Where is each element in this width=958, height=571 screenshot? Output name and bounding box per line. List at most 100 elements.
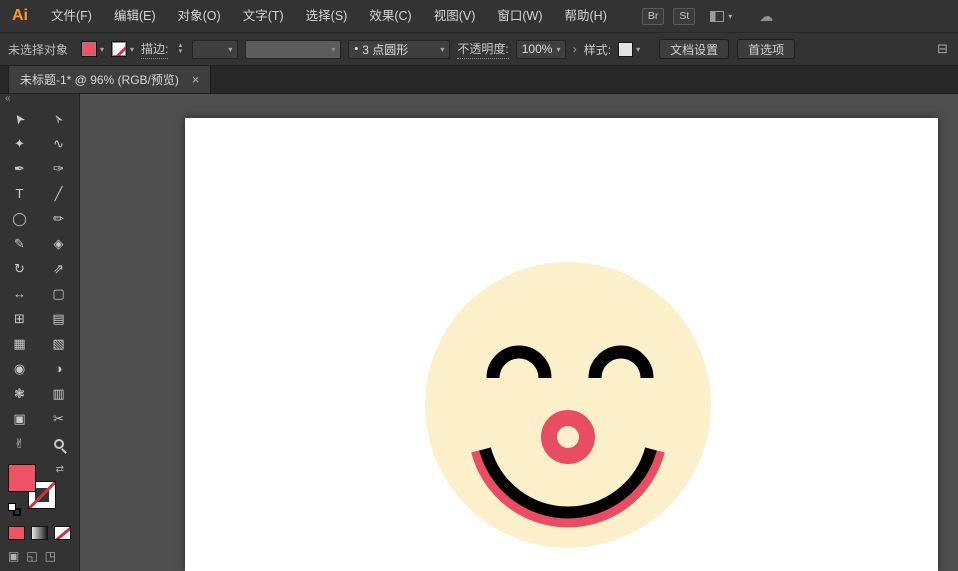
document-setup-button[interactable]: 文档设置 <box>659 39 730 59</box>
column-graph-tool[interactable]: ▥ <box>39 381 78 406</box>
menu-edit[interactable]: 编辑(E) <box>103 0 167 33</box>
magic-wand-tool[interactable]: ✦ <box>0 131 39 156</box>
bridge-button[interactable]: Br <box>641 7 665 25</box>
stroke-panel-link[interactable]: 描边: <box>141 40 169 59</box>
mesh-tool[interactable]: ▦ <box>0 331 39 356</box>
ellipse-tool[interactable]: ◯ <box>0 206 39 231</box>
face-circle[interactable] <box>425 262 711 548</box>
menu-effect[interactable]: 效果(C) <box>358 0 422 33</box>
brush-name: 3 点圆形 <box>362 42 409 57</box>
perspective-grid-tool-icon: ▤ <box>52 310 65 326</box>
document-tab[interactable]: 未标题-1* @ 96% (RGB/预览) × <box>8 65 212 93</box>
fill-indicator-swatch[interactable] <box>8 464 36 492</box>
cs-live-icon[interactable]: ☁ <box>759 8 773 25</box>
stroke-color-picker[interactable]: ▾ <box>111 41 134 57</box>
type-tool[interactable]: T <box>0 181 39 206</box>
canvas-area[interactable] <box>80 94 958 571</box>
free-transform-tool-icon: ▢ <box>52 285 65 301</box>
opacity-panel-link[interactable]: 不透明度: <box>457 40 509 59</box>
shape-builder-tool-icon: ⊞ <box>14 310 25 326</box>
direct-selection-tool[interactable]: ➢ <box>39 106 78 131</box>
lasso-tool-icon: ∿ <box>53 135 64 151</box>
width-tool[interactable]: ↔ <box>0 281 39 306</box>
column-graph-tool-icon: ▥ <box>52 385 65 401</box>
menu-file[interactable]: 文件(F) <box>40 0 103 33</box>
menu-object[interactable]: 对象(O) <box>167 0 232 33</box>
gradient-tool[interactable]: ▧ <box>39 331 78 356</box>
pencil-tool[interactable]: ✎ <box>0 231 39 256</box>
zoom-tool[interactable] <box>39 431 78 456</box>
hand-tool[interactable]: ✌ <box>0 431 39 456</box>
fill-color-picker[interactable]: ▾ <box>81 41 104 57</box>
brush-definition-combo[interactable]: • 3 点圆形 ▾ <box>348 39 451 59</box>
menu-view[interactable]: 视图(V) <box>423 0 487 33</box>
document-title: 未标题-1* @ 96% (RGB/预览) <box>20 73 179 87</box>
eraser-tool[interactable]: ◈ <box>39 231 78 256</box>
free-transform-tool[interactable]: ▢ <box>39 281 78 306</box>
eyedropper-tool[interactable]: ◉ <box>0 356 39 381</box>
blend-tool[interactable]: ◑ <box>39 356 78 381</box>
symbol-sprayer-tool[interactable]: ❃ <box>0 381 39 406</box>
draw-behind-icon[interactable]: ◱ <box>26 549 37 563</box>
fill-color-swatch <box>81 41 98 57</box>
none-button[interactable] <box>54 526 71 540</box>
paintbrush-tool-icon: ✏ <box>53 210 64 226</box>
preferences-button[interactable]: 首选项 <box>737 39 796 59</box>
swap-fill-stroke-icon[interactable]: ⇄ <box>56 464 64 475</box>
chevron-down-icon: ▾ <box>636 44 641 54</box>
line-segment-tool-icon: ╱ <box>54 185 63 201</box>
drawing-mode-buttons: ▣ ◱ ◳ <box>8 549 79 563</box>
menu-type[interactable]: 文字(T) <box>232 0 295 33</box>
selection-tool[interactable]: ➤ <box>0 106 39 131</box>
rotate-tool[interactable]: ↻ <box>0 256 39 281</box>
tools-panel-header[interactable]: « <box>0 94 79 106</box>
blend-tool-icon: ◑ <box>54 361 63 376</box>
menu-bar: Ai 文件(F) 编辑(E) 对象(O) 文字(T) 选择(S) 效果(C) 视… <box>0 0 958 33</box>
artboard[interactable] <box>185 118 938 571</box>
curvature-tool[interactable]: ✑ <box>39 156 78 181</box>
nose-inner-circle[interactable] <box>557 426 579 448</box>
opacity-combo[interactable]: 100% ▾ <box>515 39 566 59</box>
perspective-grid-tool[interactable]: ▤ <box>39 306 78 331</box>
control-bar-buttons: 文档设置 首选项 <box>659 39 796 59</box>
workspace-switcher[interactable]: ▾ <box>710 10 732 22</box>
color-button[interactable] <box>8 526 25 540</box>
menu-window[interactable]: 窗口(W) <box>486 0 553 33</box>
default-fill-stroke-icon[interactable] <box>8 503 21 516</box>
menu-select[interactable]: 选择(S) <box>295 0 359 33</box>
style-picker[interactable]: ▾ <box>618 41 641 57</box>
stock-button[interactable]: St <box>673 7 696 25</box>
chevron-down-icon: ▾ <box>228 44 233 54</box>
ellipse-tool-icon: ◯ <box>12 210 27 226</box>
illustrator-logo: Ai <box>12 7 28 24</box>
fill-mode-buttons <box>8 526 79 540</box>
draw-inside-icon[interactable]: ◳ <box>45 549 56 563</box>
opacity-flyout-chevron[interactable]: › <box>573 42 577 56</box>
zoom-tool-icon <box>53 438 64 449</box>
magic-wand-tool-icon: ✦ <box>14 135 25 151</box>
artboard-tool[interactable]: ▣ <box>0 406 39 431</box>
selection-status: 未选择对象 <box>8 42 69 57</box>
control-bar: 未选择对象 ▾ ▾ 描边: ▴ ▾ ▾ ▾ • 3 点圆形 ▾ 不透明度: 10… <box>0 33 958 66</box>
lasso-tool[interactable]: ∿ <box>39 131 78 156</box>
menu-bar-right: Br St ▾ ☁ <box>641 7 773 25</box>
width-profile-combo[interactable]: ▾ <box>245 39 342 59</box>
line-segment-tool[interactable]: ╱ <box>39 181 78 206</box>
stroke-weight-combo[interactable]: ▾ <box>192 39 239 59</box>
rotate-tool-icon: ↻ <box>14 260 25 276</box>
style-label: 样式: <box>583 42 612 57</box>
scale-tool[interactable]: ⇗ <box>39 256 78 281</box>
chevron-down-icon: ▾ <box>556 44 561 54</box>
menu-help[interactable]: 帮助(H) <box>554 0 618 33</box>
document-tab-bar: 未标题-1* @ 96% (RGB/预览) × <box>0 65 958 94</box>
chevron-down-icon: ▾ <box>130 44 135 54</box>
gradient-button[interactable] <box>31 526 48 540</box>
stroke-weight-stepper[interactable]: ▴ ▾ <box>175 42 185 55</box>
pen-tool[interactable]: ✒ <box>0 156 39 181</box>
paintbrush-tool[interactable]: ✏ <box>39 206 78 231</box>
close-icon[interactable]: × <box>192 73 200 86</box>
shape-builder-tool[interactable]: ⊞ <box>0 306 39 331</box>
slice-tool[interactable]: ✂ <box>39 406 78 431</box>
draw-normal-icon[interactable]: ▣ <box>8 549 19 563</box>
collapse-panels-icon[interactable]: ⊟ <box>937 41 950 57</box>
